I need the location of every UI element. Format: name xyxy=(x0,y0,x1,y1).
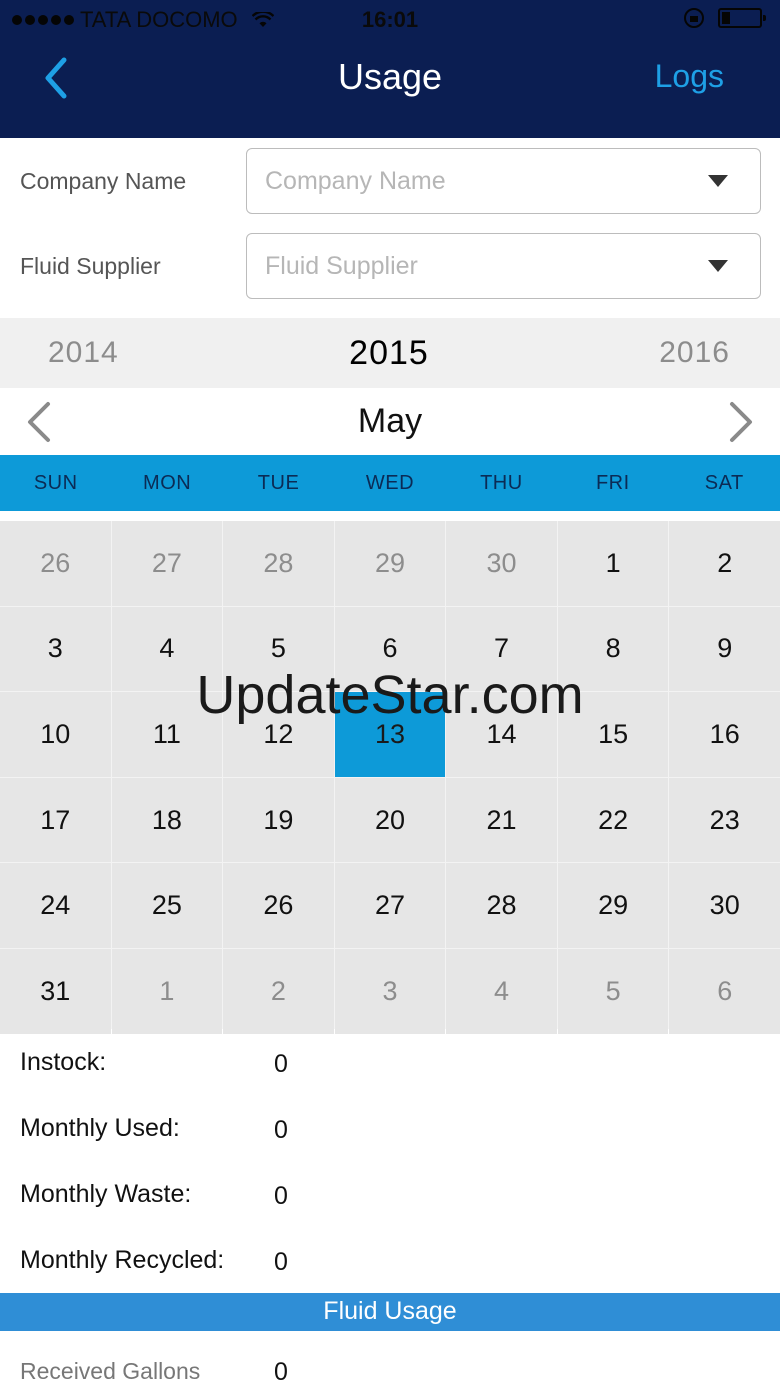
company-name-placeholder: Company Name xyxy=(265,167,446,195)
calendar-day[interactable]: 9 xyxy=(669,606,780,692)
calendar-day[interactable]: 21 xyxy=(446,777,557,863)
weekday-label: SAT xyxy=(704,472,744,494)
received-gallons-label: Received Gallons xyxy=(20,1358,201,1384)
calendar-day[interactable]: 3 xyxy=(334,948,446,1034)
calendar-grid: 26 27 28 29 30 1 2 3 4 5 6 7 8 9 10 11 12 13 14 15 16 17 18 19 2… xyxy=(0,521,780,1034)
calendar-day[interactable]: 1 xyxy=(111,948,223,1034)
calendar-day[interactable]: 23 xyxy=(669,777,780,863)
fluid-usage-section-header: Fluid Usage xyxy=(0,1293,780,1331)
status-bar: TATA DOCOMO 16:01 xyxy=(0,0,780,40)
calendar-day[interactable]: 10 xyxy=(0,692,111,777)
monthly-recycled-label: Monthly Recycled: xyxy=(20,1246,225,1274)
calendar-day[interactable]: 22 xyxy=(557,777,669,863)
next-year[interactable]: 2016 xyxy=(659,336,730,370)
weekday-label: MON xyxy=(143,472,192,494)
calendar-day[interactable]: 28 xyxy=(223,521,334,606)
fluid-supplier-dropdown[interactable]: Fluid Supplier xyxy=(246,233,761,299)
calendar-day[interactable]: 15 xyxy=(557,692,669,777)
chevron-down-icon xyxy=(708,175,728,187)
calendar-day[interactable]: 3 xyxy=(0,606,111,692)
calendar-day-selected[interactable]: 13 xyxy=(334,692,446,777)
month-name: May xyxy=(357,402,423,440)
monthly-waste-value: 0 xyxy=(274,1182,288,1210)
weekday-label: SUN xyxy=(33,472,78,494)
monthly-used-value: 0 xyxy=(274,1116,288,1144)
monthly-waste-label: Monthly Waste: xyxy=(20,1180,192,1208)
calendar-day[interactable]: 31 xyxy=(0,948,111,1034)
calendar-day[interactable]: 4 xyxy=(446,948,557,1034)
calendar-day[interactable]: 30 xyxy=(669,863,780,948)
calendar-day[interactable]: 2 xyxy=(669,521,780,606)
company-name-label: Company Name xyxy=(20,168,187,194)
weekday-label: WED xyxy=(365,472,415,494)
next-month-chevron-icon[interactable] xyxy=(718,400,758,444)
calendar-day[interactable]: 19 xyxy=(223,777,334,863)
calendar-day[interactable]: 18 xyxy=(111,777,223,863)
calendar-day[interactable]: 2 xyxy=(223,948,334,1034)
fluid-supplier-placeholder: Fluid Supplier xyxy=(265,252,418,280)
rotation-lock-icon xyxy=(684,8,704,28)
calendar-day[interactable]: 24 xyxy=(0,863,111,948)
monthly-used-label: Monthly Used: xyxy=(20,1114,180,1142)
calendar-day[interactable]: 14 xyxy=(446,692,557,777)
calendar-day[interactable]: 25 xyxy=(111,863,223,948)
chevron-down-icon xyxy=(708,260,728,272)
weekday-label: FRI xyxy=(595,472,630,494)
received-gallons-value: 0 xyxy=(274,1358,288,1386)
navigation-bar: TATA DOCOMO 16:01 Usage Logs xyxy=(0,0,780,138)
calendar-day[interactable]: 6 xyxy=(334,606,446,692)
calendar-day[interactable]: 28 xyxy=(446,863,557,948)
calendar-day[interactable]: 11 xyxy=(111,692,223,777)
calendar-day[interactable]: 5 xyxy=(557,948,669,1034)
company-name-dropdown[interactable]: Company Name xyxy=(246,148,761,214)
monthly-recycled-value: 0 xyxy=(274,1248,288,1276)
calendar-day[interactable]: 17 xyxy=(0,777,111,863)
calendar-day[interactable]: 6 xyxy=(669,948,780,1034)
calendar-day[interactable]: 26 xyxy=(223,863,334,948)
status-time: 16:01 xyxy=(361,7,419,32)
calendar-day[interactable]: 29 xyxy=(557,863,669,948)
calendar-day[interactable]: 16 xyxy=(669,692,780,777)
status-right xyxy=(684,8,766,28)
calendar-day[interactable]: 8 xyxy=(557,606,669,692)
calendar-day[interactable]: 26 xyxy=(0,521,111,606)
battery-icon xyxy=(718,8,766,28)
calendar-day[interactable]: 27 xyxy=(334,863,446,948)
month-selector: May xyxy=(0,388,780,454)
calendar-day[interactable]: 1 xyxy=(557,521,669,606)
weekday-header: SUN MON TUE WED THU FRI SAT xyxy=(0,455,780,511)
calendar-day[interactable]: 20 xyxy=(334,777,446,863)
calendar-day[interactable]: 30 xyxy=(446,521,557,606)
fluid-supplier-label: Fluid Supplier xyxy=(20,253,161,279)
calendar-day[interactable]: 4 xyxy=(111,606,223,692)
calendar-day[interactable]: 12 xyxy=(223,692,334,777)
weekday-label: THU xyxy=(480,472,523,494)
year-selector: 2014 2015 2016 xyxy=(0,318,780,388)
instock-value: 0 xyxy=(274,1050,288,1078)
calendar-day[interactable]: 5 xyxy=(223,606,334,692)
logs-button[interactable]: Logs xyxy=(655,58,724,95)
calendar-day[interactable]: 7 xyxy=(446,606,557,692)
weekday-label: TUE xyxy=(257,472,300,494)
calendar-day[interactable]: 27 xyxy=(111,521,223,606)
instock-label: Instock: xyxy=(20,1048,107,1076)
calendar-day[interactable]: 29 xyxy=(334,521,446,606)
